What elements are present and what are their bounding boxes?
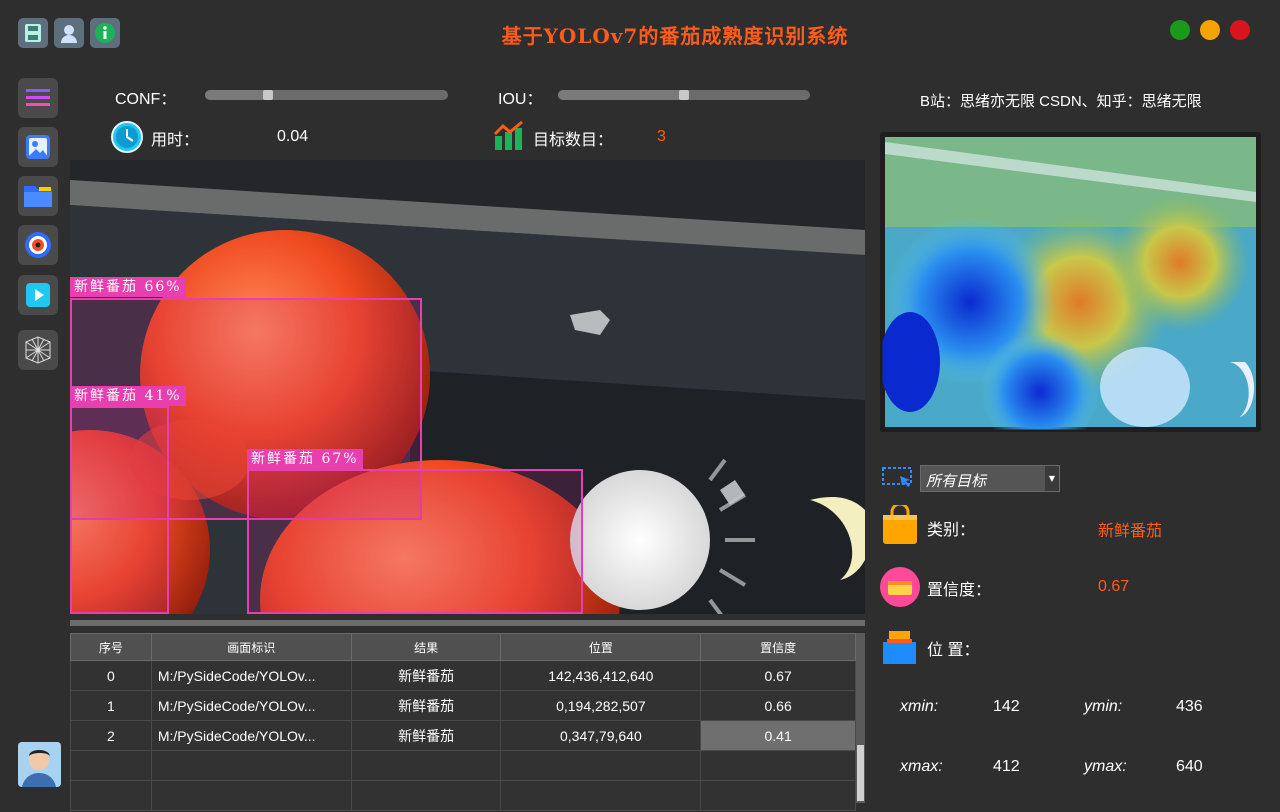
table-cell[interactable]: 2 (70, 720, 152, 751)
main-window: 基于YOLOv7的番茄成熟度识别系统 CONF： IOU： 用时： 0.04 目… (0, 0, 1280, 812)
table-cell[interactable]: 新鲜番茄 (350, 720, 502, 751)
position-label: 位 置： (927, 642, 980, 659)
table-row-empty[interactable] (70, 750, 856, 781)
results-table: 序号 画面标识 结果 位置 置信度 0 M:/PySideCode/YOLOv.… (70, 633, 856, 811)
target-select[interactable]: 所有目标 ▼ (920, 465, 1060, 492)
iou-label: IOU： (498, 91, 543, 108)
credit-text: B站：思绪亦无限 CSDN、知乎：思绪无限 (920, 93, 1202, 110)
clock-icon (110, 120, 144, 158)
ymin-value: 436 (1176, 698, 1203, 715)
detection-box-3 (247, 469, 583, 614)
position-icon (882, 630, 918, 670)
ymax-label: ymax: (1084, 758, 1127, 775)
ymax-value: 640 (1176, 758, 1203, 775)
table-cell-selected[interactable]: 0.41 (700, 720, 856, 751)
xmin-value: 142 (993, 698, 1020, 715)
col-header-index[interactable]: 序号 (70, 633, 152, 661)
menu-icon[interactable] (18, 78, 58, 118)
save-icon[interactable] (18, 18, 48, 48)
table-row[interactable]: 1 M:/PySideCode/YOLOv... 新鲜番茄 0,194,282,… (70, 690, 856, 721)
col-header-result[interactable]: 结果 (350, 633, 502, 661)
detection-tag-2: 新鲜番茄 41% (70, 386, 186, 406)
table-cell[interactable]: 0,194,282,507 (500, 690, 702, 721)
image-icon[interactable] (18, 127, 58, 167)
table-cell[interactable]: 0.67 (700, 660, 856, 691)
ymin-label: ymin: (1084, 698, 1123, 715)
table-cell[interactable]: 新鲜番茄 (350, 690, 502, 721)
col-header-confidence[interactable]: 置信度 (700, 633, 856, 661)
class-value: 新鲜番茄 (1098, 523, 1163, 540)
table-row-empty[interactable] (70, 780, 856, 811)
close-button[interactable] (1230, 20, 1250, 40)
table-cell[interactable]: M:/PySideCode/YOLOv... (150, 690, 352, 721)
class-label: 类别： (927, 522, 976, 539)
table-scrollbar-thumb[interactable] (857, 745, 864, 801)
conf-slider-handle[interactable] (263, 90, 273, 100)
conf-slider[interactable] (205, 90, 448, 100)
table-cell[interactable]: 0 (70, 660, 152, 691)
detection-tag-3: 新鲜番茄 67% (247, 449, 363, 469)
confidence-value: 0.67 (1098, 578, 1130, 595)
table-row[interactable]: 0 M:/PySideCode/YOLOv... 新鲜番茄 142,436,41… (70, 660, 856, 691)
table-row[interactable]: 2 M:/PySideCode/YOLOv... 新鲜番茄 0,347,79,6… (70, 720, 856, 751)
camera-icon[interactable] (18, 225, 58, 265)
target-select-icon (882, 466, 914, 494)
confidence-icon (880, 567, 920, 611)
chart-icon (493, 120, 525, 156)
xmax-value: 412 (993, 758, 1020, 775)
model-icon[interactable] (18, 330, 58, 370)
time-label: 用时： (151, 132, 200, 149)
heatmap-view (880, 132, 1261, 432)
info-icon[interactable] (90, 18, 120, 48)
table-cell[interactable]: 1 (70, 690, 152, 721)
user-icon[interactable] (54, 18, 84, 48)
count-label: 目标数目： (533, 132, 614, 149)
iou-slider[interactable] (558, 90, 810, 100)
iou-slider-handle[interactable] (679, 90, 689, 100)
detection-view: 新鲜番茄 66% 新鲜番茄 41% 新鲜番茄 67% (70, 160, 865, 614)
table-cell[interactable]: 142,436,412,640 (500, 660, 702, 691)
col-header-position[interactable]: 位置 (500, 633, 702, 661)
table-cell[interactable]: 0,347,79,640 (500, 720, 702, 751)
count-value: 3 (657, 128, 666, 145)
avatar[interactable] (18, 742, 61, 787)
minimize-button[interactable] (1200, 20, 1220, 40)
conf-label: CONF： (115, 91, 177, 108)
col-header-source[interactable]: 画面标识 (150, 633, 352, 661)
target-select-value: 所有目标 (926, 472, 987, 490)
detection-tag-1: 新鲜番茄 66% (70, 277, 186, 297)
confidence-label: 置信度： (927, 582, 992, 599)
detection-box-2 (70, 406, 169, 614)
folder-icon[interactable] (18, 176, 58, 216)
table-cell[interactable]: 新鲜番茄 (350, 660, 502, 691)
heatmap-image (880, 132, 1261, 432)
video-icon[interactable] (18, 275, 58, 315)
maximize-button[interactable] (1170, 20, 1190, 40)
progress-divider (70, 620, 865, 626)
table-scrollbar[interactable] (856, 633, 865, 803)
app-title: 基于YOLOv7的番茄成熟度识别系统 (501, 24, 849, 48)
time-value: 0.04 (277, 128, 309, 145)
table-cell[interactable]: M:/PySideCode/YOLOv... (150, 720, 352, 751)
xmin-label: xmin: (900, 698, 939, 715)
xmax-label: xmax: (900, 758, 943, 775)
category-icon (882, 502, 918, 549)
iou-slider-fill (558, 90, 684, 100)
conf-slider-fill (205, 90, 268, 100)
table-cell[interactable]: M:/PySideCode/YOLOv... (150, 660, 352, 691)
table-cell[interactable]: 0.66 (700, 690, 856, 721)
chevron-down-icon[interactable]: ▼ (1045, 466, 1059, 491)
